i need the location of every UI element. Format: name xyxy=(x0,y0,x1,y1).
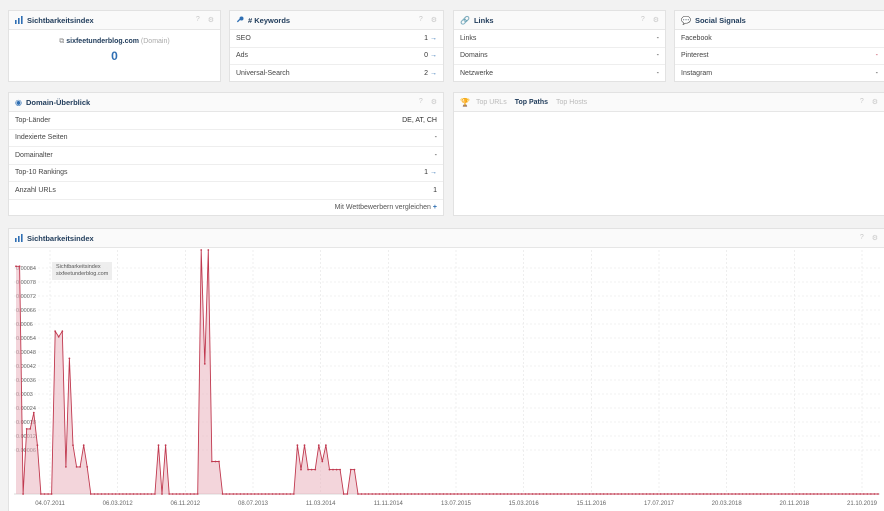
links-row-links[interactable]: Links - xyxy=(454,30,665,48)
help-icon[interactable]: ? xyxy=(641,16,645,24)
keywords-panel-header: # Keywords ? ⚙ xyxy=(230,11,443,30)
panel-title: Domain-Überblick xyxy=(25,97,91,107)
trophy-icon: 🏆 xyxy=(460,97,470,107)
arrow-right-icon: → xyxy=(430,70,437,78)
overview-row-age[interactable]: Domainalter - xyxy=(9,147,443,165)
visibility-panel-header: Sichtbarkeitsindex ? ⚙ xyxy=(9,11,220,30)
domain-link[interactable]: sixfeetunderblog.com xyxy=(66,38,139,45)
domain-overview-header: ◉ Domain-Überblick ? ⚙ xyxy=(9,93,443,112)
plus-icon: + xyxy=(432,203,437,211)
overview-row-countries[interactable]: Top-Länder DE, AT, CH xyxy=(9,112,443,130)
compare-competitors-link[interactable]: Mit Wettbewerbern vergleichen + xyxy=(9,200,443,215)
overview-row-urls[interactable]: Anzahl URLs 1 xyxy=(9,182,443,200)
link-icon: 🔗 xyxy=(460,15,470,25)
chart-title: Sichtbarkeitsindex xyxy=(27,233,94,243)
links-panel-header: 🔗 Links ? ⚙ xyxy=(454,11,665,30)
tab-top-urls[interactable]: Top URLs xyxy=(476,99,507,106)
overview-row-top10[interactable]: Top-10 Rankings 1 → xyxy=(9,165,443,182)
domain-suffix: (Domain) xyxy=(140,38,170,45)
social-panel-header: 💬 Social Signals xyxy=(675,11,884,30)
help-icon[interactable]: ? xyxy=(196,16,200,24)
overview-row-indexed[interactable]: Indexierte Seiten - xyxy=(9,130,443,147)
key-icon xyxy=(236,16,244,23)
panel-title: Links xyxy=(473,15,494,25)
social-panel: 💬 Social Signals Facebook Pinterest - Ins… xyxy=(674,10,884,82)
arrow-right-icon: → xyxy=(430,52,437,60)
panel-title: # Keywords xyxy=(248,15,291,25)
gear-icon[interactable]: ⚙ xyxy=(872,234,878,242)
gear-icon[interactable]: ⚙ xyxy=(872,98,878,106)
visibility-domain: ⧉ sixfeetunderblog.com (Domain) xyxy=(9,30,220,46)
help-icon[interactable]: ? xyxy=(860,98,864,106)
gear-icon[interactable]: ⚙ xyxy=(653,16,659,24)
help-icon[interactable]: ? xyxy=(419,98,423,106)
chart-header: Sichtbarkeitsindex ? ⚙ xyxy=(9,229,884,248)
social-row-instagram[interactable]: Instagram - xyxy=(675,65,884,81)
keywords-row-universal[interactable]: Universal-Search 2 → xyxy=(230,65,443,81)
gear-icon[interactable]: ⚙ xyxy=(431,16,437,24)
panel-title: Sichtbarkeitsindex xyxy=(27,15,94,25)
panel-title: Social Signals xyxy=(694,15,746,25)
globe-icon: ◉ xyxy=(15,97,22,107)
top-paths-header: 🏆 Top URLs Top Paths Top Hosts ? ⚙ xyxy=(454,93,884,112)
top-tabs: Top URLs Top Paths Top Hosts xyxy=(476,99,587,106)
legend-title: Sichtbarkeitsindex xyxy=(56,264,101,270)
links-row-netzwerke[interactable]: Netzwerke - xyxy=(454,65,665,81)
tab-top-paths[interactable]: Top Paths xyxy=(515,99,548,106)
top-paths-panel: 🏆 Top URLs Top Paths Top Hosts ? ⚙ xyxy=(453,92,884,216)
chart-legend: Sichtbarkeitsindex sixfeetunderblog.com xyxy=(52,262,113,280)
visibility-value: 0 xyxy=(111,49,118,63)
help-icon[interactable]: ? xyxy=(860,234,864,242)
keywords-panel: # Keywords ? ⚙ SEO 1 → Ads 0 → Universal-Sea… xyxy=(229,10,444,82)
legend-series: sixfeetunderblog.com xyxy=(56,271,109,277)
external-link-icon[interactable]: ⧉ xyxy=(59,38,64,45)
social-row-facebook[interactable]: Facebook xyxy=(675,30,884,48)
visibility-chart-panel: Sichtbarkeitsindex ? ⚙ xyxy=(8,228,884,511)
links-panel: 🔗 Links ? ⚙ Links - Domains - Netzwerke - xyxy=(453,10,666,82)
arrow-right-icon: → xyxy=(430,34,437,42)
speech-bubble-icon: 💬 xyxy=(681,15,691,25)
links-row-domains[interactable]: Domains - xyxy=(454,48,665,65)
gear-icon[interactable]: ⚙ xyxy=(208,16,214,24)
chart-icon xyxy=(15,234,23,242)
gear-icon[interactable]: ⚙ xyxy=(431,98,437,106)
arrow-right-icon: → xyxy=(430,169,437,177)
tab-top-hosts[interactable]: Top Hosts xyxy=(556,99,587,106)
help-icon[interactable]: ? xyxy=(419,16,423,24)
keywords-row-ads[interactable]: Ads 0 → xyxy=(230,48,443,65)
visibility-panel: Sichtbarkeitsindex ? ⚙ ⧉ sixfeetunderblo… xyxy=(8,10,221,82)
chart-icon xyxy=(15,16,23,24)
keywords-row-seo[interactable]: SEO 1 → xyxy=(230,30,443,48)
social-row-pinterest[interactable]: Pinterest - xyxy=(675,48,884,65)
domain-overview-panel: ◉ Domain-Überblick ? ⚙ Top-Länder DE, AT,… xyxy=(8,92,444,216)
